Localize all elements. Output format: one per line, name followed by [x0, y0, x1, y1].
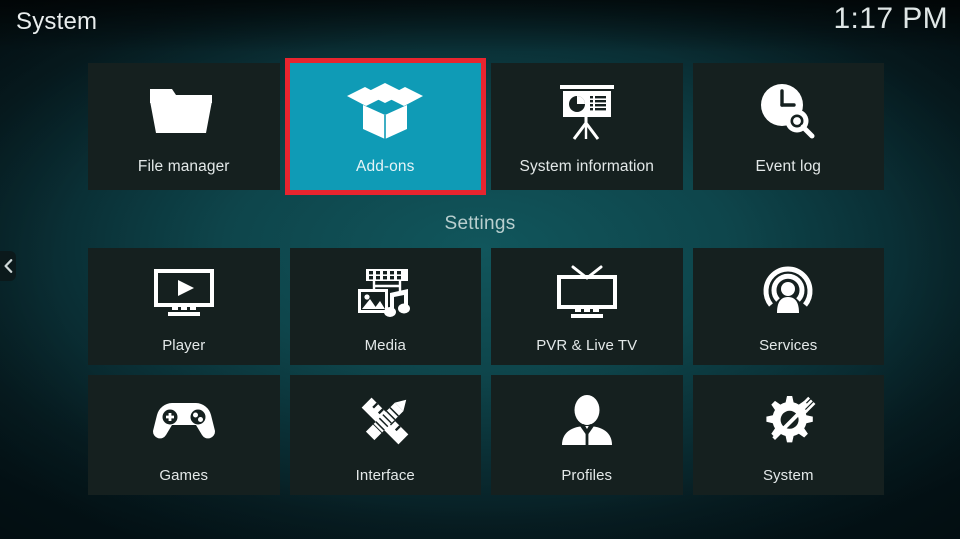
top-tile-row: File manager Add-ons System information …: [88, 58, 885, 195]
settings-tile-row-2: Games Interface Profiles System: [88, 375, 884, 495]
tile-label: Services: [759, 337, 818, 354]
presentation-icon: [491, 63, 683, 158]
open-box-icon: [290, 63, 482, 158]
tile-player[interactable]: Player: [88, 248, 280, 365]
chevron-left-icon: [3, 259, 13, 273]
gear-wrench-icon: [693, 375, 885, 467]
tile-add-ons[interactable]: Add-ons: [284, 58, 486, 195]
status-clock: 1:17 PM: [833, 2, 948, 35]
tile-event-log[interactable]: Event log: [692, 63, 885, 190]
tile-pvr-live-tv[interactable]: PVR & Live TV: [491, 248, 683, 365]
tile-label: File manager: [137, 158, 230, 175]
monitor-play-icon: [88, 248, 280, 337]
settings-section-caption: Settings: [444, 213, 516, 234]
tile-label: System information: [519, 158, 654, 175]
top-shade-overlay: [0, 0, 960, 52]
tile-label: System: [762, 467, 814, 484]
tile-games[interactable]: Games: [88, 375, 280, 495]
tile-label: Add-ons: [356, 158, 415, 175]
back-button[interactable]: [0, 251, 16, 281]
pencil-ruler-icon: [290, 375, 482, 467]
tile-profiles[interactable]: Profiles: [491, 375, 683, 495]
tile-label: PVR & Live TV: [536, 337, 638, 354]
clock-search-icon: [693, 63, 885, 158]
folder-icon: [88, 63, 280, 158]
tile-media[interactable]: Media: [289, 248, 482, 365]
page-title: System: [16, 8, 98, 35]
tile-system-information[interactable]: System information: [491, 63, 683, 190]
tile-label: Media: [364, 337, 406, 354]
tile-services[interactable]: Services: [692, 248, 885, 365]
tile-interface[interactable]: Interface: [289, 375, 482, 495]
user-bust-icon: [491, 375, 683, 467]
tile-label: Games: [159, 467, 209, 484]
tile-label: Event log: [755, 158, 822, 175]
gamepad-icon: [88, 375, 280, 467]
broadcast-user-icon: [693, 248, 885, 337]
media-library-icon: [290, 248, 482, 337]
tile-label: Profiles: [561, 467, 613, 484]
kodi-system-screen: System 1:17 PM File manager Add-ons Syst…: [0, 0, 960, 539]
tile-label: Player: [162, 337, 206, 354]
tile-file-manager[interactable]: File manager: [88, 63, 280, 190]
tile-system[interactable]: System: [692, 375, 885, 495]
tv-antenna-icon: [491, 248, 683, 337]
tile-label: Interface: [355, 467, 415, 484]
settings-tile-row-1: Player Media PVR & Live TV Services: [88, 248, 884, 365]
